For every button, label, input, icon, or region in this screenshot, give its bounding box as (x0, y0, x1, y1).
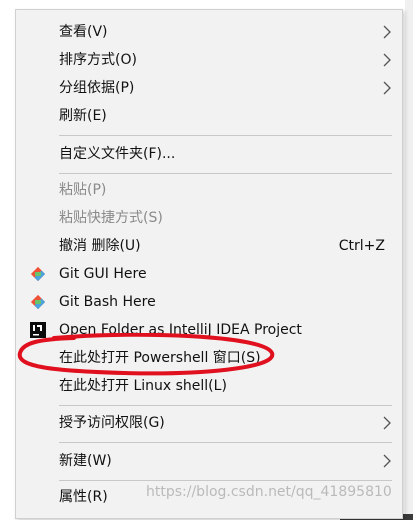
menu-item-label: 分组依据(P) (59, 80, 135, 96)
menu-item-view[interactable]: 查看(V) (16, 18, 402, 46)
menu-item-label: 授予访问权限(G) (59, 415, 165, 431)
chevron-right-icon (383, 416, 391, 430)
chevron-right-icon (383, 454, 391, 468)
menu-item-paste-shortcut[interactable]: 粘贴快捷方式(S) (16, 204, 402, 232)
menu-item-label: Git GUI Here (59, 266, 147, 282)
chevron-right-icon (383, 25, 391, 39)
menu-item-customize-folder[interactable]: 自定义文件夹(F)... (16, 140, 402, 168)
menu-item-new[interactable]: 新建(W) (16, 447, 402, 475)
menu-item-open-linux-shell[interactable]: 在此处打开 Linux shell(L) (16, 372, 402, 400)
context-menu: 查看(V) 排序方式(O) 分组依据(P) 刷新(E) 自定义文件夹(F)...… (15, 9, 403, 519)
menu-item-label: 撤消 删除(U) (59, 238, 141, 254)
menu-item-open-intellij[interactable]: Open Folder as IntelliJ IDEA Project (16, 316, 402, 344)
menu-item-undo-delete[interactable]: 撤消 删除(U) Ctrl+Z (16, 232, 402, 260)
menu-item-label: 在此处打开 Linux shell(L) (59, 378, 227, 394)
shortcut-label: Ctrl+Z (338, 238, 385, 254)
menu-item-give-access[interactable]: 授予访问权限(G) (16, 409, 402, 437)
menu-item-label: Open Folder as IntelliJ IDEA Project (59, 322, 302, 338)
menu-item-refresh[interactable]: 刷新(E) (16, 102, 402, 130)
menu-item-label: 粘贴快捷方式(S) (59, 210, 163, 226)
intellij-idea-icon (30, 322, 46, 338)
git-icon (30, 266, 46, 282)
menu-item-label: Git Bash Here (59, 294, 156, 310)
menu-separator (59, 442, 392, 443)
menu-item-open-powershell[interactable]: 在此处打开 Powershell 窗口(S) (16, 344, 402, 372)
menu-item-group-by[interactable]: 分组依据(P) (16, 74, 402, 102)
menu-item-label: 在此处打开 Powershell 窗口(S) (59, 350, 261, 366)
watermark-text: https://blog.csdn.net/qq_41895810 (146, 484, 392, 500)
menu-item-label: 刷新(E) (59, 108, 107, 124)
menu-separator (59, 405, 392, 406)
menu-item-paste[interactable]: 粘贴(P) (16, 176, 402, 204)
chevron-right-icon (383, 81, 391, 95)
menu-item-label: 粘贴(P) (59, 182, 107, 198)
menu-item-label: 新建(W) (59, 453, 112, 469)
chevron-right-icon (383, 53, 391, 67)
menu-separator (59, 135, 392, 136)
menu-item-git-gui-here[interactable]: Git GUI Here (16, 260, 402, 288)
menu-item-label: 自定义文件夹(F)... (59, 146, 176, 162)
menu-item-label: 查看(V) (59, 24, 108, 40)
menu-item-sort-by[interactable]: 排序方式(O) (16, 46, 402, 74)
menu-item-label: 排序方式(O) (59, 52, 137, 68)
menu-item-git-bash-here[interactable]: Git Bash Here (16, 288, 402, 316)
git-icon (30, 294, 46, 310)
menu-item-label: 属性(R) (59, 489, 108, 505)
menu-separator (59, 173, 392, 174)
background-window-edge (405, 0, 413, 520)
